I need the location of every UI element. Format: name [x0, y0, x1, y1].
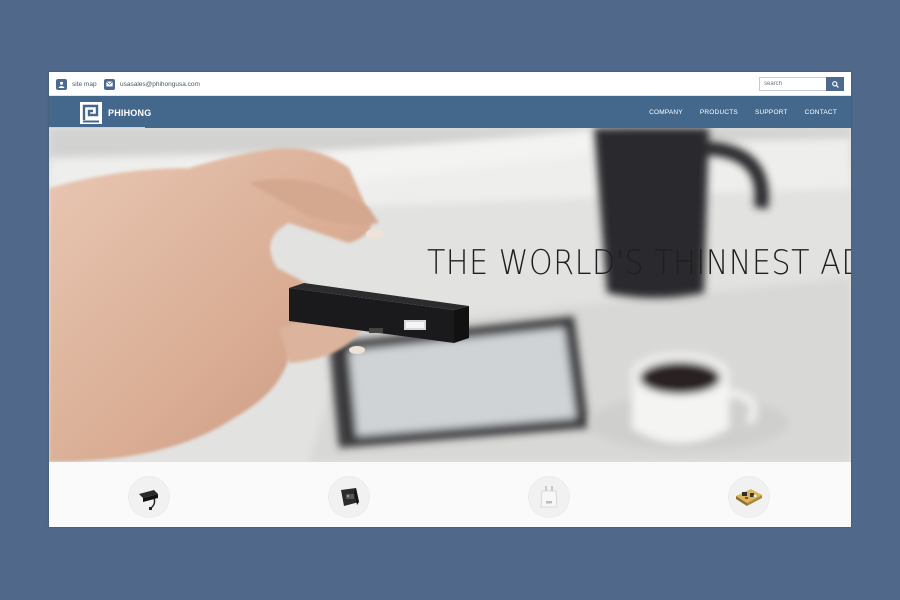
usb-charger-icon — [540, 486, 558, 508]
nav-support[interactable]: SUPPORT — [755, 109, 788, 116]
email-label: usasales@phihongusa.com — [120, 80, 200, 88]
search-button[interactable] — [826, 77, 844, 91]
search-form — [759, 77, 844, 91]
hero-image — [49, 128, 851, 462]
main-navbar: PHIHONG COMPANY PRODUCTS SUPPORT CONTACT — [49, 96, 851, 129]
person-icon — [56, 78, 67, 90]
product-power-module[interactable] — [728, 476, 770, 518]
nav-contact[interactable]: CONTACT — [805, 109, 837, 116]
power-module-icon — [736, 489, 762, 506]
product-usb-charger[interactable] — [528, 476, 570, 518]
magnifier-icon — [831, 80, 839, 88]
nav-company[interactable]: COMPANY — [649, 109, 683, 116]
browser-viewport: site map usasales@phihongusa.com search … — [49, 72, 851, 527]
hero-headline: THE WORLD'S THINNEST ADAPTER — [427, 244, 851, 284]
site-map-label: site map — [72, 80, 97, 88]
phihong-logo-icon — [80, 102, 102, 124]
wall-adapter-icon — [341, 488, 359, 506]
email-link[interactable]: usasales@phihongusa.com — [104, 78, 200, 90]
utility-bar: site map usasales@phihongusa.com — [49, 72, 851, 96]
brand-name: PHIHONG — [108, 108, 152, 118]
mail-icon — [104, 78, 115, 90]
nav-products[interactable]: PRODUCTS — [700, 109, 738, 116]
product-desktop-adapter[interactable] — [128, 476, 170, 518]
hero-banner[interactable]: THE WORLD'S THINNEST ADAPTER — [49, 128, 851, 462]
brand-logo[interactable]: PHIHONG — [80, 102, 151, 124]
desktop-adapter-icon — [139, 490, 158, 510]
product-wall-adapter[interactable] — [328, 476, 370, 518]
search-input[interactable] — [759, 77, 826, 91]
product-strip — [49, 462, 851, 527]
site-map-link[interactable]: site map — [56, 78, 97, 90]
nav-links: COMPANY PRODUCTS SUPPORT CONTACT — [632, 96, 837, 128]
